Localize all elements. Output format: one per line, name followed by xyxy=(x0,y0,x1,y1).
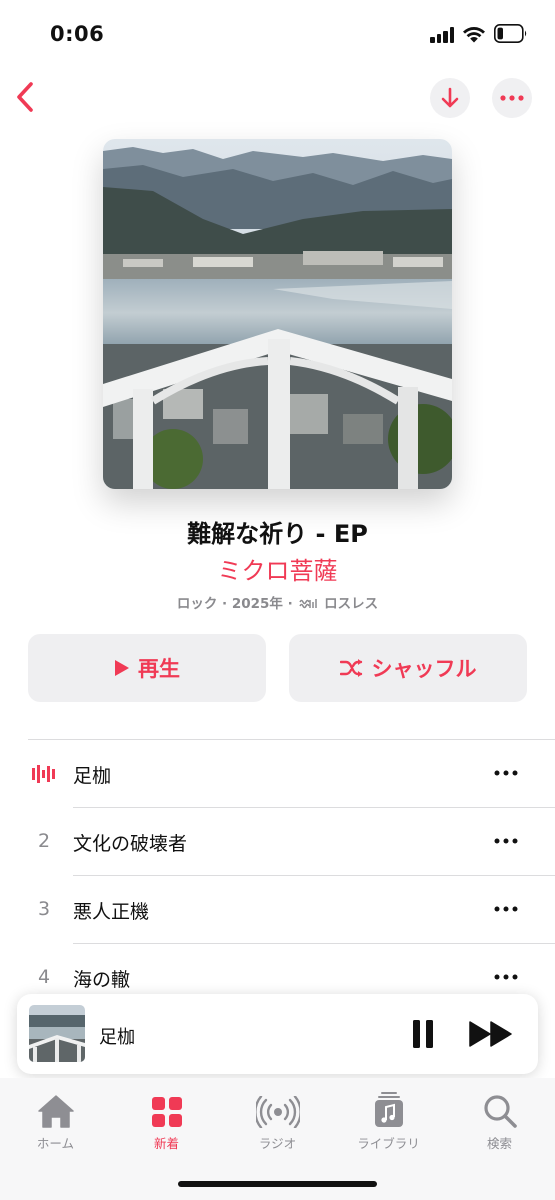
pause-button[interactable] xyxy=(403,1014,443,1054)
back-button[interactable] xyxy=(8,78,42,116)
mini-player-artwork xyxy=(29,1005,85,1062)
more-options-button[interactable] xyxy=(492,78,532,118)
arrow-down-icon xyxy=(441,87,459,108)
album-title: 難解な祈り - EP xyxy=(187,520,368,548)
tab-search[interactable]: 検索 xyxy=(444,1090,555,1154)
status-time: 0:06 xyxy=(50,22,105,46)
lossless-icon xyxy=(299,599,318,609)
album-artwork xyxy=(103,139,452,489)
track-more-button[interactable] xyxy=(488,962,524,992)
tab-label: ライブラリ xyxy=(357,1136,420,1151)
download-button[interactable] xyxy=(430,78,470,118)
library-icon xyxy=(374,1092,403,1127)
track-title: 足枷 xyxy=(73,765,112,787)
grid-icon xyxy=(151,1097,182,1127)
album-meta-lossless: ロスレス xyxy=(324,596,379,612)
cellular-signal-icon xyxy=(430,27,456,43)
tab-label: 新着 xyxy=(153,1136,179,1151)
tab-label: ラジオ xyxy=(258,1136,297,1151)
mini-player[interactable]: 足枷 xyxy=(17,994,538,1074)
tab-library[interactable]: ライブラリ xyxy=(333,1090,444,1154)
album-meta: ロック · 2025年 · ロスレス xyxy=(0,592,555,612)
ellipsis-icon xyxy=(500,95,524,101)
tab-radio[interactable]: ラジオ xyxy=(222,1090,333,1154)
ellipsis-icon xyxy=(494,838,518,844)
radio-icon xyxy=(255,1096,300,1128)
shuffle-icon xyxy=(339,659,362,677)
track-row[interactable]: 2 文化の破壊者 xyxy=(0,808,555,876)
track-more-button[interactable] xyxy=(488,894,524,924)
home-icon xyxy=(37,1095,74,1128)
home-indicator xyxy=(178,1181,377,1187)
track-title: 悪人正機 xyxy=(73,901,150,923)
track-number: 2 xyxy=(37,830,51,852)
battery-icon xyxy=(494,24,527,43)
search-icon xyxy=(483,1095,517,1128)
ellipsis-icon xyxy=(494,974,518,980)
track-title: 文化の破壊者 xyxy=(73,833,188,855)
wifi-icon xyxy=(463,27,485,43)
track-row[interactable]: 足枷 xyxy=(0,740,555,808)
track-more-button[interactable] xyxy=(488,826,524,856)
album-artist[interactable]: ミクロ菩薩 xyxy=(0,551,555,586)
play-icon xyxy=(115,660,129,676)
tab-new[interactable]: 新着 xyxy=(111,1090,222,1154)
pause-icon xyxy=(413,1020,433,1048)
track-row[interactable]: 3 悪人正機 xyxy=(0,876,555,944)
forward-icon xyxy=(469,1021,512,1047)
status-bar: 0:06 xyxy=(0,0,555,70)
tab-label: 検索 xyxy=(486,1136,512,1151)
ellipsis-icon xyxy=(494,906,518,912)
track-title: 海の轍 xyxy=(73,969,131,991)
chevron-left-icon xyxy=(17,82,33,112)
track-more-button[interactable] xyxy=(488,758,524,788)
next-track-button[interactable] xyxy=(467,1014,515,1054)
play-label: 再生 xyxy=(138,657,180,681)
shuffle-button[interactable]: シャッフル xyxy=(289,634,527,702)
ellipsis-icon xyxy=(494,770,518,776)
shuffle-label: シャッフル xyxy=(371,657,477,681)
tab-label: ホーム xyxy=(36,1136,75,1151)
mini-player-title: 足枷 xyxy=(99,1027,135,1048)
equalizer-icon xyxy=(32,765,55,783)
track-number: 3 xyxy=(37,898,51,920)
album-meta-genre-year: ロック · 2025年 · xyxy=(176,596,293,612)
play-button[interactable]: 再生 xyxy=(28,634,266,702)
track-number: 4 xyxy=(37,966,51,988)
tab-home[interactable]: ホーム xyxy=(0,1090,111,1154)
